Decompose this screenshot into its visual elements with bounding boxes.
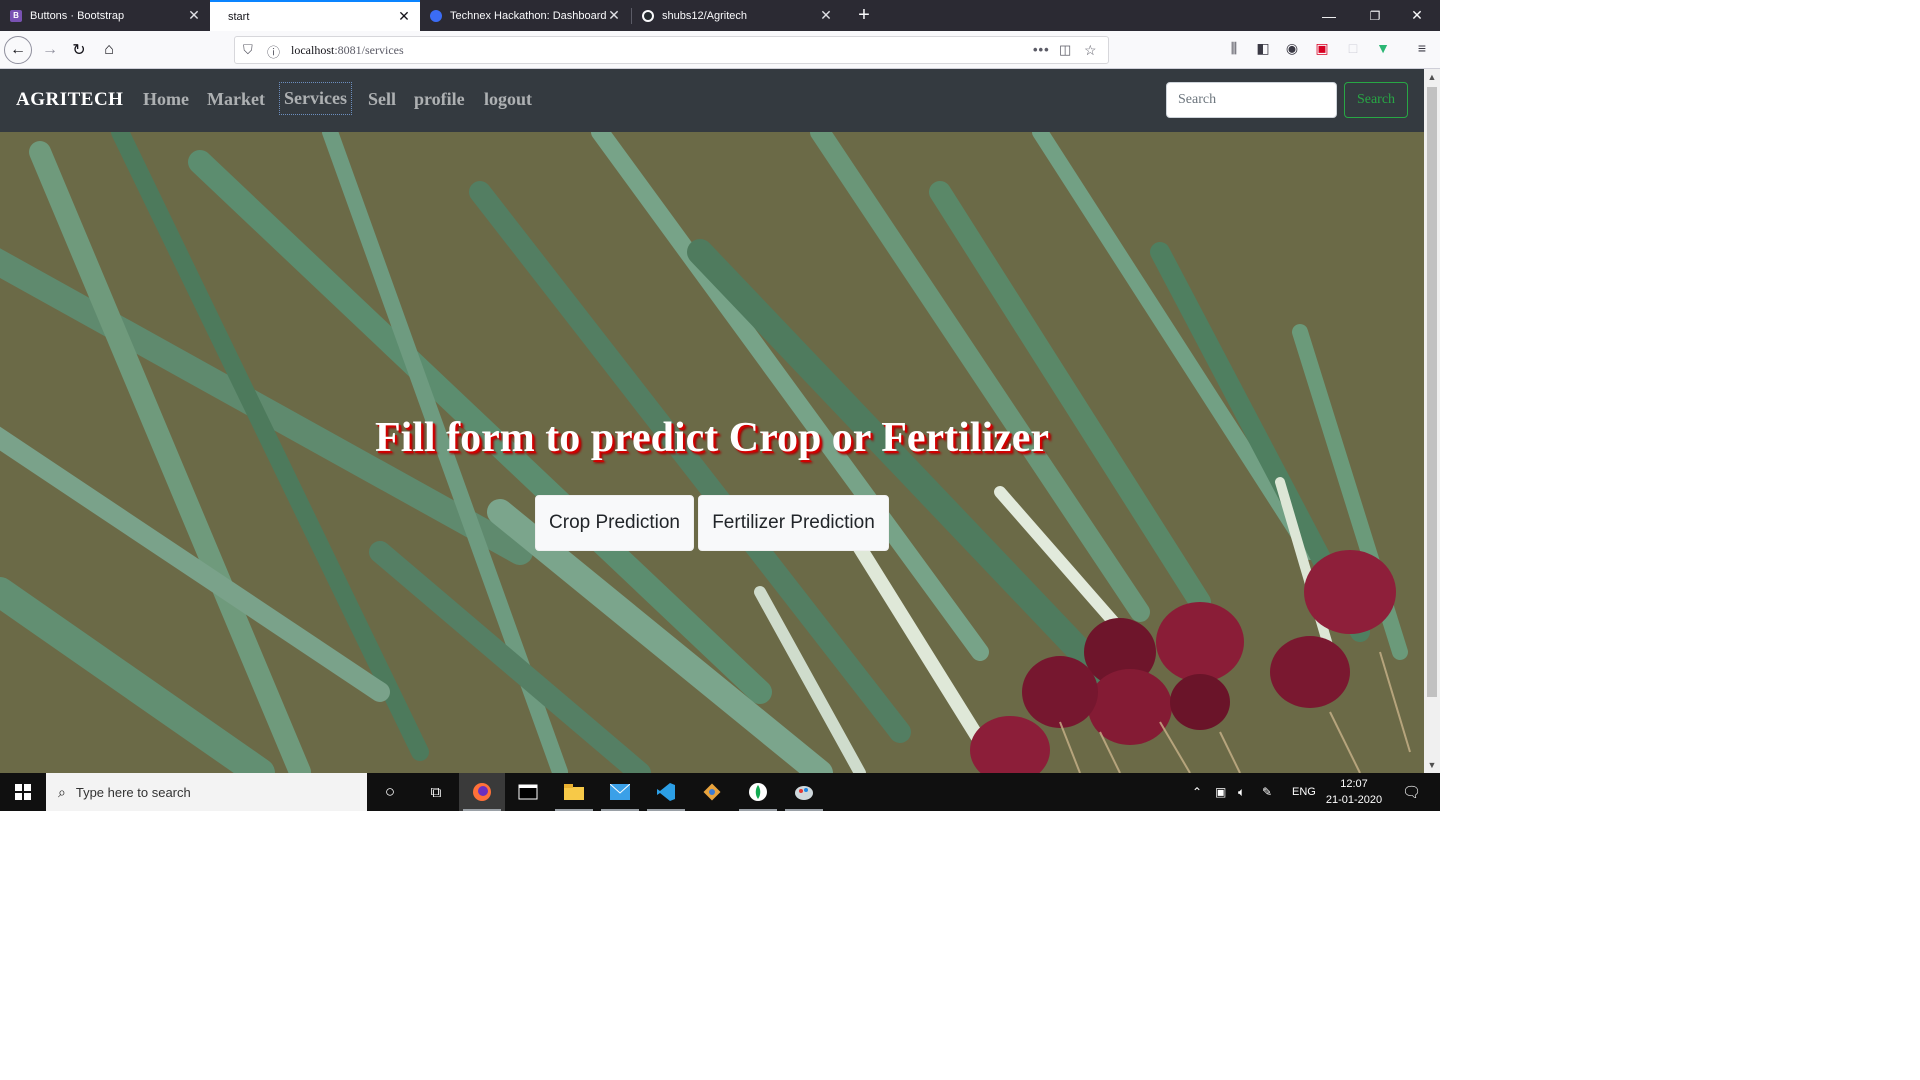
browser-tab-strip: B Buttons · Bootstrap ✕ start ✕ Technex … [0, 0, 1440, 31]
github-icon [642, 9, 654, 22]
screen: B Buttons · Bootstrap ✕ start ✕ Technex … [0, 0, 1440, 811]
open-indicator [739, 809, 777, 811]
bootstrap-icon: B [10, 9, 22, 22]
clock-date: 21-01-2020 [1325, 794, 1383, 806]
taskbar-search-box[interactable]: ⌕ Type here to search [46, 773, 367, 811]
hero-title: Fill form to predict Crop or Fertilizer [374, 415, 1050, 461]
close-icon[interactable]: ✕ [818, 7, 834, 24]
volume-icon[interactable]: 🔈︎ [1238, 773, 1245, 811]
close-icon[interactable]: ✕ [186, 7, 202, 24]
page-viewport: AGRITECH Home Market Services Sell profi… [0, 69, 1424, 773]
close-window-button[interactable]: ✕ [1394, 0, 1440, 31]
site-navbar: AGRITECH Home Market Services Sell profi… [0, 69, 1424, 132]
close-icon[interactable]: ✕ [606, 7, 622, 24]
url-text: localhost:8081/services [291, 43, 404, 58]
sidebar-icon[interactable]: ◧ [1253, 40, 1273, 57]
paint-taskbar-icon[interactable] [781, 773, 827, 811]
open-indicator [785, 809, 823, 811]
pocket-save-icon[interactable]: ▣ [1312, 40, 1332, 57]
page-scrollbar[interactable]: ▲ ▼ [1424, 69, 1440, 773]
search-icon: ⌕ [58, 783, 66, 800]
vue-devtools-icon[interactable]: ▼ [1373, 40, 1393, 56]
tab-start[interactable]: start ✕ [210, 0, 420, 31]
pen-icon[interactable]: ✎ [1262, 773, 1272, 811]
tab-title: shubs12/Agritech [662, 9, 747, 22]
open-indicator [555, 809, 593, 811]
mail-app-icon[interactable] [597, 773, 643, 811]
brand-logo[interactable]: AGRITECH [16, 89, 123, 111]
search-input[interactable]: Search [1166, 82, 1337, 118]
language-indicator[interactable]: ENG [1292, 773, 1316, 811]
fertilizer-prediction-button[interactable]: Fertilizer Prediction [698, 495, 889, 551]
menu-icon[interactable]: ≡ [1412, 40, 1432, 56]
scroll-down-arrow-icon[interactable]: ▼ [1424, 757, 1440, 773]
tab-title: Technex Hackathon: Dashboard [450, 9, 606, 22]
account-icon[interactable]: ◉ [1282, 40, 1302, 57]
home-button[interactable]: ⌂ [97, 38, 121, 62]
shield-icon[interactable]: ⛉ [243, 42, 253, 58]
minimize-button[interactable]: — [1306, 0, 1352, 31]
browser-toolbar: ← → ↻ ⌂ ⛉ ⓘ localhost:8081/services ••• … [0, 31, 1440, 69]
page-actions-icon[interactable]: ••• [1033, 42, 1050, 57]
reload-button[interactable]: ↻ [67, 38, 91, 62]
vscode-taskbar-icon[interactable] [643, 773, 689, 811]
extension-icon[interactable]: □ [1343, 40, 1363, 56]
back-button[interactable]: ← [4, 36, 32, 64]
forward-button[interactable]: → [38, 38, 62, 62]
system-clock[interactable]: 12:07 21-01-2020 [1318, 776, 1390, 808]
restore-button[interactable]: ❐ [1352, 0, 1398, 31]
new-tab-button[interactable]: + [850, 0, 878, 31]
search-button[interactable]: Search [1344, 82, 1408, 118]
library-icon[interactable]: ⫼ [1224, 40, 1244, 57]
mongodb-taskbar-icon[interactable] [735, 773, 781, 811]
bookmark-star-icon[interactable]: ☆ [1084, 42, 1097, 59]
scroll-up-arrow-icon[interactable]: ▲ [1424, 69, 1440, 85]
firefox-taskbar-icon[interactable] [459, 773, 505, 811]
file-explorer-icon[interactable] [551, 773, 597, 811]
close-icon[interactable]: ✕ [396, 8, 412, 25]
address-bar[interactable]: ⛉ ⓘ localhost:8081/services ••• ◫ ☆ [234, 36, 1109, 64]
info-icon[interactable]: ⓘ [267, 42, 280, 61]
scrollbar-thumb[interactable] [1427, 87, 1437, 697]
crop-prediction-button[interactable]: Crop Prediction [535, 495, 694, 551]
nav-profile[interactable]: profile [414, 89, 465, 110]
notification-center-icon[interactable]: 🗨︎ [1402, 773, 1421, 811]
taskbar-search-placeholder: Type here to search [75, 784, 191, 800]
windows-taskbar: ⌕ Type here to search ○ ⧉ ⌃ ▣ 🔈︎ ✎ ENG 1… [0, 773, 1440, 811]
dashboard-icon [430, 9, 442, 22]
nav-sell[interactable]: Sell [368, 89, 396, 110]
terminal-taskbar-icon[interactable] [505, 773, 551, 811]
active-indicator [463, 809, 501, 811]
nav-logout[interactable]: logout [484, 89, 532, 110]
nav-services[interactable]: Services [279, 82, 352, 115]
hero-section: Fill form to predict Crop or Fertilizer … [0, 132, 1424, 773]
tab-title: start [228, 10, 250, 23]
tray-overflow-icon[interactable]: ⌃ [1192, 773, 1202, 811]
clock-time: 12:07 [1340, 778, 1368, 790]
open-indicator [601, 809, 639, 811]
nav-market[interactable]: Market [207, 89, 265, 110]
tab-github-agritech[interactable]: shubs12/Agritech ✕ [632, 0, 842, 31]
task-view-icon[interactable]: ⧉ [413, 773, 459, 811]
open-indicator [647, 809, 685, 811]
windows-logo-icon [15, 784, 31, 800]
network-icon[interactable]: ▣ [1215, 773, 1226, 811]
nav-home[interactable]: Home [143, 89, 189, 110]
url-path: :8081/services [334, 43, 404, 57]
cortana-icon[interactable]: ○ [367, 773, 413, 811]
url-host: localhost [291, 43, 335, 57]
pocket-icon[interactable]: ◫ [1059, 42, 1071, 58]
tab-bootstrap[interactable]: B Buttons · Bootstrap ✕ [0, 0, 210, 31]
tab-technex-dashboard[interactable]: Technex Hackathon: Dashboard ✕ [420, 0, 630, 31]
start-button[interactable] [0, 773, 46, 811]
git-taskbar-icon[interactable] [689, 773, 735, 811]
tab-title: Buttons · Bootstrap [30, 9, 125, 22]
